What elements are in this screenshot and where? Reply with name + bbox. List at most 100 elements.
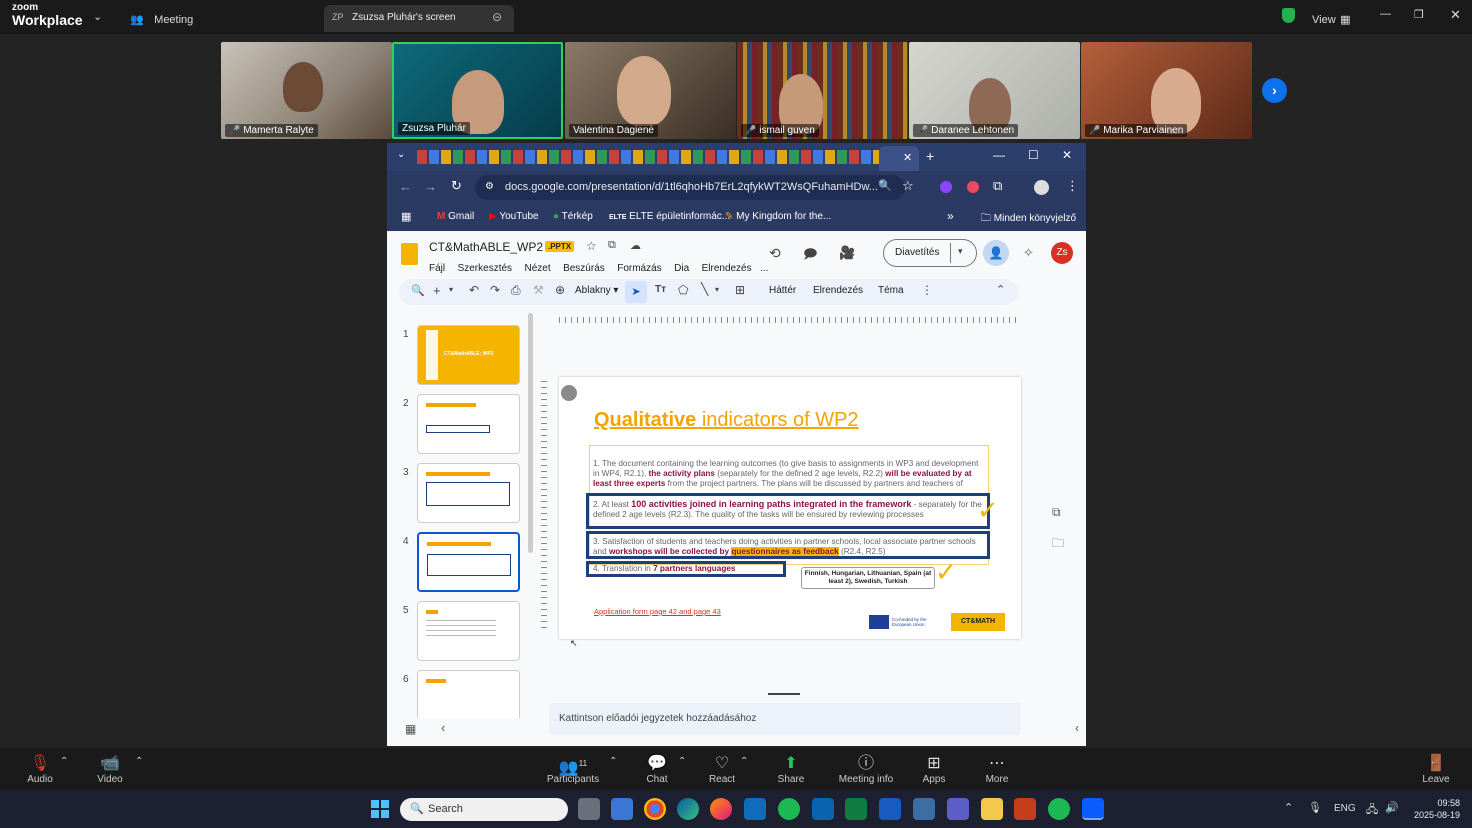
new-slide-icon[interactable]: + [433, 283, 441, 298]
keep-icon[interactable]: ⧉ [1052, 505, 1061, 520]
minimize-icon[interactable]: — [1380, 8, 1391, 20]
view-button[interactable]: View ▦ [1312, 10, 1351, 28]
more-vert-icon[interactable]: ⋮ [1066, 178, 1079, 194]
meeting-menu[interactable]: 👥 Meeting [130, 10, 193, 28]
teams-icon[interactable] [947, 798, 969, 820]
leave-button[interactable]: 🚪 Leave [1406, 754, 1466, 785]
theme-button[interactable]: Téma [878, 285, 904, 296]
gemini-icon[interactable]: ✧ [1023, 245, 1034, 261]
slide-thumbnail[interactable] [417, 463, 520, 523]
powerpoint-icon[interactable] [1014, 798, 1036, 820]
participant-tile-active-speaker[interactable]: Zsuzsa Pluhár [392, 42, 563, 139]
comment-add-icon[interactable]: ⊞ [735, 283, 745, 297]
filmstrip-scrollbar[interactable] [528, 313, 533, 553]
text-box-icon[interactable]: Tт [655, 284, 666, 295]
back-icon[interactable]: ← [399, 179, 412, 194]
more-tools-icon[interactable]: ⋮ [921, 283, 933, 297]
menu-insert[interactable]: Beszúrás [563, 263, 605, 274]
line-dropdown-icon[interactable]: ▾ [715, 285, 719, 294]
reload-icon[interactable]: ↻ [451, 178, 462, 194]
slide-thumbnail[interactable] [417, 394, 520, 454]
zoom-search-icon[interactable]: 🔍 [878, 179, 892, 192]
zoom-app-icon[interactable] [1082, 798, 1104, 820]
meeting-info-button[interactable]: ⓘ Meeting info [836, 754, 896, 785]
profile-avatar[interactable] [1034, 180, 1049, 195]
chevron-down-icon[interactable]: ⌄ [93, 10, 102, 23]
all-bookmarks-folder[interactable]: 🗀 Minden könyvjelző [981, 211, 1076, 228]
video-button[interactable]: 📹 Video [80, 754, 140, 785]
outlook-new-icon[interactable] [744, 798, 766, 820]
bookmark-maps[interactable]: ● Térkép [553, 211, 593, 222]
minimize-icon[interactable]: — [993, 148, 1005, 162]
background-button[interactable]: Háttér [769, 285, 796, 296]
version-history-icon[interactable]: ⟲ [769, 245, 781, 262]
speaker-notes-field[interactable]: Kattintson előadói jegyzetek hozzáadásáh… [549, 703, 1021, 735]
speaker-notes-audio-icon[interactable] [561, 385, 577, 401]
bookmark-kingdom[interactable]: ✎ My Kingdom for the... [725, 211, 831, 222]
url-field[interactable]: ⚙ docs.google.com/presentation/d/1tl6qho… [475, 175, 905, 200]
slide-thumbnail[interactable]: CT&MathABLE: WP2 [417, 325, 520, 385]
grid-view-icon[interactable]: ▦ [405, 722, 416, 736]
chat-options-icon[interactable]: ⌃ [678, 756, 686, 767]
notepad-icon[interactable] [611, 798, 633, 820]
active-tab[interactable]: ✕ [879, 146, 919, 171]
network-icon[interactable]: 🖧 [1366, 801, 1378, 820]
volume-icon[interactable]: 🔊 [1385, 801, 1399, 814]
restore-icon[interactable]: ❐ [1414, 8, 1424, 21]
spotify-icon[interactable] [778, 798, 800, 820]
forward-icon[interactable]: → [424, 179, 437, 194]
participants-button[interactable]: 👥11 Participants [543, 754, 603, 785]
clock[interactable]: 09:58 2025-08-19 [1410, 797, 1460, 821]
close-tab-icon[interactable]: ✕ [903, 151, 912, 164]
paint-format-icon[interactable]: ⚒ [533, 283, 544, 297]
participant-tile[interactable]: 🎤 Daranee Lehtonen [909, 42, 1080, 139]
line-icon[interactable]: ╲ [701, 282, 708, 296]
participant-tile[interactable]: Valentina Dagienė [565, 42, 736, 139]
present-dropdown-icon[interactable]: ▾ [958, 246, 963, 257]
extensions-puzzle-icon[interactable]: ⧉ [993, 178, 1002, 194]
firefox-icon[interactable] [710, 798, 732, 820]
present-button[interactable]: Diavetítés ▾ [883, 239, 977, 267]
menu-slide[interactable]: Dia [674, 263, 689, 274]
participant-tile[interactable]: 🎤 Marika Parviainen [1081, 42, 1252, 139]
account-avatar[interactable]: Zs [1051, 242, 1073, 264]
apps-button[interactable]: ⊞ Apps [904, 754, 964, 785]
undo-icon[interactable]: ↶ [469, 283, 479, 297]
chrome-icon[interactable] [644, 798, 666, 820]
close-window-icon[interactable]: ✕ [1062, 148, 1072, 162]
menu-arrange[interactable]: Elrendezés [702, 263, 752, 274]
calculator-icon[interactable] [913, 798, 935, 820]
redo-icon[interactable]: ↷ [490, 283, 500, 297]
more-button[interactable]: ⋯ More [967, 754, 1027, 785]
tab-search-icon[interactable]: ⌄ [397, 149, 405, 160]
participants-options-icon[interactable]: ⌃ [609, 756, 617, 767]
slides-logo-icon[interactable] [401, 243, 418, 265]
search-menus-icon[interactable]: 🔍 [411, 284, 425, 297]
bookmark-star-icon[interactable]: ☆ [902, 178, 914, 194]
menu-format[interactable]: Formázás [617, 263, 661, 274]
apps-grid-icon[interactable]: ▦ [401, 210, 411, 223]
menu-file[interactable]: Fájl [429, 263, 445, 274]
bookmark-gmail[interactable]: M Gmail [437, 211, 474, 222]
menu-more[interactable]: ... [760, 263, 768, 274]
pinned-tabs[interactable] [417, 150, 879, 164]
task-view-icon[interactable] [578, 798, 600, 820]
document-title[interactable]: CT&MathABLE_WP2 [429, 240, 543, 254]
audio-options-icon[interactable]: ⌃ [60, 756, 68, 767]
excel-icon[interactable] [845, 798, 867, 820]
new-slide-dropdown-icon[interactable]: ▾ [449, 285, 453, 294]
comments-icon[interactable]: 🗩 [803, 245, 817, 267]
menu-view[interactable]: Nézet [525, 263, 551, 274]
drive-folder-icon[interactable]: 🗀 [1052, 534, 1064, 555]
menu-edit[interactable]: Szerkesztés [458, 263, 512, 274]
notes-resize-handle[interactable] [768, 693, 800, 695]
layout-button[interactable]: Elrendezés [813, 285, 863, 296]
collapse-toolbar-icon[interactable]: ⌃ [996, 283, 1005, 296]
bookmark-youtube[interactable]: ▶ YouTube [489, 211, 539, 222]
collapse-filmstrip-icon[interactable]: ‹ [441, 720, 445, 735]
slide-thumbnail[interactable] [417, 670, 520, 718]
video-options-icon[interactable]: ⌃ [135, 756, 143, 767]
language-indicator[interactable]: ENG [1334, 803, 1356, 814]
shape-icon[interactable]: ⬠ [678, 283, 688, 297]
word-icon[interactable] [879, 798, 901, 820]
